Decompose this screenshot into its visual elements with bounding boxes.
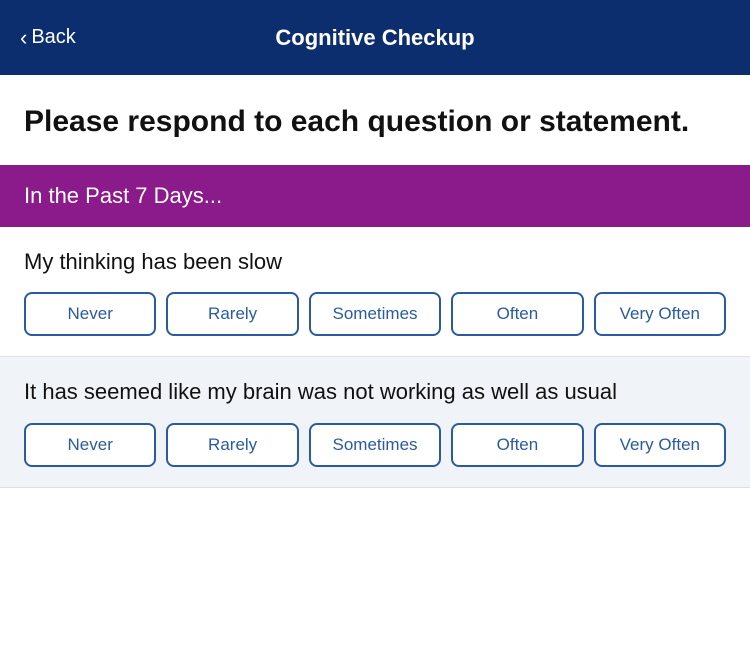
q2-option-never[interactable]: Never — [24, 423, 156, 467]
question-1-text: My thinking has been slow — [24, 247, 726, 277]
q2-option-sometimes[interactable]: Sometimes — [309, 423, 441, 467]
section-banner: In the Past 7 Days... — [0, 165, 750, 227]
q2-option-rarely[interactable]: Rarely — [166, 423, 298, 467]
back-button[interactable]: ‹ Back — [20, 26, 76, 49]
question-block-2: It has seemed like my brain was not work… — [0, 357, 750, 488]
q1-option-very-often[interactable]: Very Often — [594, 292, 726, 336]
q1-option-sometimes[interactable]: Sometimes — [309, 292, 441, 336]
back-chevron-icon: ‹ — [20, 27, 27, 49]
page-title: Cognitive Checkup — [275, 25, 474, 51]
q1-option-rarely[interactable]: Rarely — [166, 292, 298, 336]
instruction-section: Please respond to each question or state… — [0, 75, 750, 165]
app-header: ‹ Back Cognitive Checkup — [0, 0, 750, 75]
instruction-text: Please respond to each question or state… — [24, 103, 726, 141]
back-label: Back — [31, 26, 75, 49]
question-1-options: Never Rarely Sometimes Often Very Often — [24, 292, 726, 336]
q2-option-often[interactable]: Often — [451, 423, 583, 467]
q2-option-very-often[interactable]: Very Often — [594, 423, 726, 467]
question-block-1: My thinking has been slow Never Rarely S… — [0, 227, 750, 358]
section-banner-text: In the Past 7 Days... — [24, 183, 222, 208]
question-2-options: Never Rarely Sometimes Often Very Often — [24, 423, 726, 467]
question-2-text: It has seemed like my brain was not work… — [24, 377, 726, 407]
q1-option-often[interactable]: Often — [451, 292, 583, 336]
q1-option-never[interactable]: Never — [24, 292, 156, 336]
